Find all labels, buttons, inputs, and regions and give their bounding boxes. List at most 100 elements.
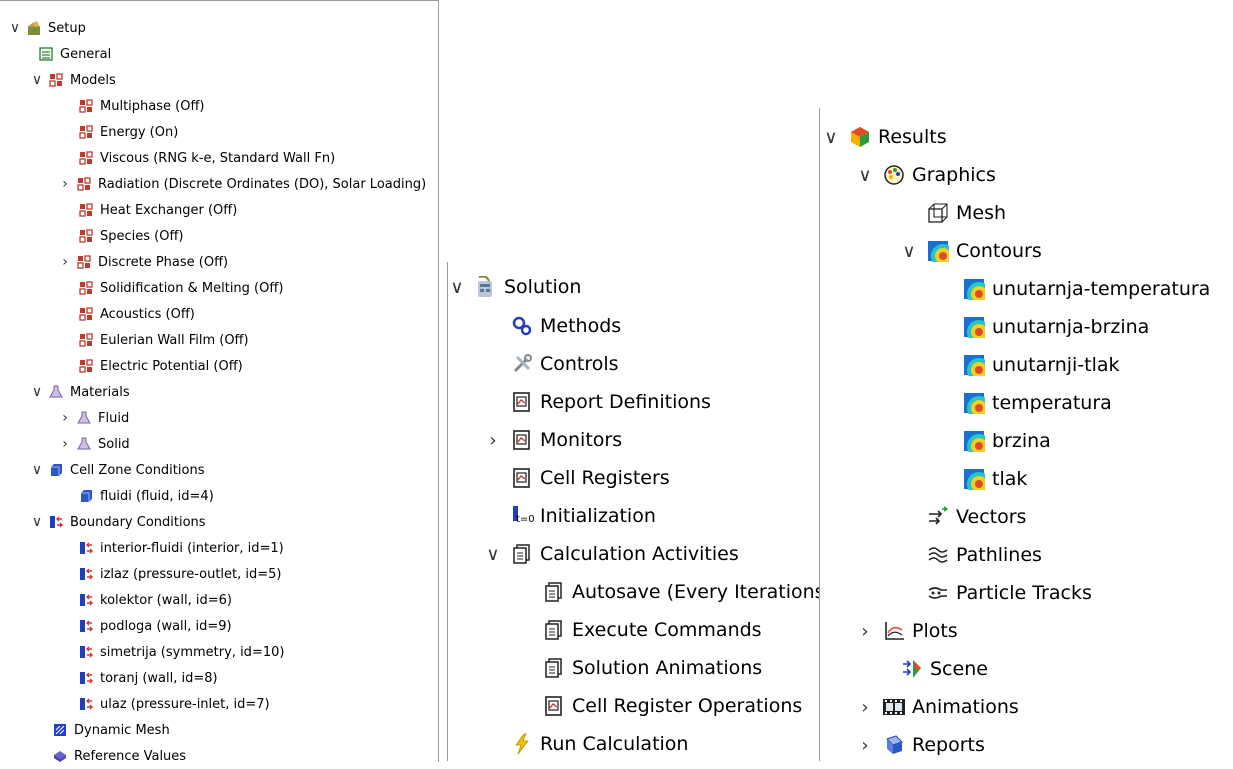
model-item-eulerian-wall-film[interactable]: Eulerian Wall Film (Off) <box>78 327 249 353</box>
tree-node-cell-registers[interactable]: Cell Registers <box>510 459 670 497</box>
chevron-right-icon[interactable]: › <box>58 410 72 426</box>
tree-node-solution[interactable]: ∨ Solution <box>448 268 581 306</box>
tree-label-monitors: Monitors <box>540 429 623 451</box>
tree-node-animations[interactable]: › Animations <box>856 688 1018 726</box>
tree-node-models[interactable]: ∨ Models <box>30 67 116 93</box>
chevron-right-icon[interactable]: › <box>58 176 72 192</box>
chevron-down-icon[interactable]: ∨ <box>484 544 502 565</box>
model-item-electric-potential[interactable]: Electric Potential (Off) <box>78 353 243 379</box>
tree-node-plots[interactable]: › Plots <box>856 612 958 650</box>
boundary-item-simetrija[interactable]: simetrija (symmetry, id=10) <box>78 639 284 665</box>
chevron-down-icon[interactable]: ∨ <box>822 127 840 148</box>
contour-item-tlak[interactable]: tlak <box>962 460 1027 498</box>
calc-item-cell-register-operations[interactable]: Cell Register Operations <box>542 687 802 725</box>
chevron-down-icon[interactable]: ∨ <box>856 165 874 186</box>
model-item-multiphase[interactable]: Multiphase (Off) <box>78 93 204 119</box>
chevron-right-icon[interactable]: › <box>856 735 874 756</box>
tree-node-materials[interactable]: ∨ Materials <box>30 379 130 405</box>
setup-icon <box>26 20 42 36</box>
chevron-right-icon[interactable]: › <box>58 436 72 452</box>
cell-zone-item-fluidi[interactable]: fluidi (fluid, id=4) <box>78 483 214 509</box>
report-icon <box>542 694 566 718</box>
model-item-radiation[interactable]: › Radiation (Discrete Ordinates (DO), So… <box>58 171 426 197</box>
calc-item-execute-commands[interactable]: Execute Commands <box>542 611 762 649</box>
tree-node-calculation-activities[interactable]: ∨ Calculation Activities <box>484 535 739 573</box>
chevron-right-icon[interactable]: › <box>58 254 72 270</box>
tree-label-initialization: Initialization <box>540 505 656 527</box>
tree-node-methods[interactable]: Methods <box>510 307 621 345</box>
material-item-fluid[interactable]: › Fluid <box>58 405 129 431</box>
tree-node-mesh[interactable]: Mesh <box>926 194 1006 232</box>
contour-item-unutarnji-tlak[interactable]: unutarnji-tlak <box>962 346 1120 384</box>
tree-label-plots: Plots <box>912 620 958 642</box>
tree-label-calculation-activities: Calculation Activities <box>540 543 739 565</box>
tree-node-cell-zone-conditions[interactable]: ∨ Cell Zone Conditions <box>30 457 205 483</box>
tree-node-graphics[interactable]: ∨ Graphics <box>856 156 996 194</box>
tree-node-reports[interactable]: › Reports <box>856 726 985 764</box>
contour-item-unutarnja-brzina[interactable]: unutarnja-brzina <box>962 308 1149 346</box>
boundary-icon <box>78 540 94 556</box>
cell-zone-item-label: fluidi (fluid, id=4) <box>100 488 214 504</box>
reference-values-icon <box>52 748 68 764</box>
tree-label-materials: Materials <box>70 384 130 400</box>
contour-icon <box>962 315 986 339</box>
tree-node-setup[interactable]: ∨ Setup <box>8 15 86 41</box>
boundary-item-podloga[interactable]: podloga (wall, id=9) <box>78 613 232 639</box>
calc-item-autosave[interactable]: Autosave (Every Iterations) <box>542 573 832 611</box>
contour-item-temperatura[interactable]: temperatura <box>962 384 1112 422</box>
material-item-solid[interactable]: › Solid <box>58 431 130 457</box>
model-item-discrete-phase[interactable]: › Discrete Phase (Off) <box>58 249 228 275</box>
boundary-item-label: interior-fluidi (interior, id=1) <box>100 540 284 556</box>
chevron-right-icon[interactable]: › <box>484 430 502 451</box>
boundary-item-interior-fluidi[interactable]: interior-fluidi (interior, id=1) <box>78 535 284 561</box>
contour-item-unutarnja-temperatura[interactable]: unutarnja-temperatura <box>962 270 1210 308</box>
contour-item-label: temperatura <box>992 392 1112 414</box>
tree-node-vectors[interactable]: Vectors <box>926 498 1026 536</box>
models-icon <box>78 202 94 218</box>
contour-item-label: unutarnja-temperatura <box>992 278 1211 300</box>
chevron-down-icon[interactable]: ∨ <box>900 241 918 262</box>
model-item-energy[interactable]: Energy (On) <box>78 119 178 145</box>
boundary-item-kolektor[interactable]: kolektor (wall, id=6) <box>78 587 232 613</box>
chevron-down-icon[interactable]: ∨ <box>30 462 44 478</box>
tree-node-particle-tracks[interactable]: Particle Tracks <box>926 574 1092 612</box>
tree-node-run-calculation[interactable]: Run Calculation <box>510 725 688 763</box>
tree-label-scene: Scene <box>930 658 988 680</box>
model-item-acoustics[interactable]: Acoustics (Off) <box>78 301 195 327</box>
cell-zone-icon <box>78 488 94 504</box>
model-item-species[interactable]: Species (Off) <box>78 223 184 249</box>
tree-label-boundary: Boundary Conditions <box>70 514 206 530</box>
tree-node-general[interactable]: General <box>38 41 111 67</box>
chevron-down-icon[interactable]: ∨ <box>30 514 44 530</box>
chevron-down-icon[interactable]: ∨ <box>30 72 44 88</box>
tree-node-boundary-conditions[interactable]: ∨ Boundary Conditions <box>30 509 206 535</box>
chevron-down-icon[interactable]: ∨ <box>448 277 466 298</box>
chevron-down-icon[interactable]: ∨ <box>30 384 44 400</box>
tree-label-controls: Controls <box>540 353 619 375</box>
model-item-label: Eulerian Wall Film (Off) <box>100 332 249 348</box>
tree-node-contours[interactable]: ∨ Contours <box>900 232 1042 270</box>
tree-node-dynamic-mesh[interactable]: Dynamic Mesh <box>52 717 170 743</box>
chevron-right-icon[interactable]: › <box>856 697 874 718</box>
tree-node-results[interactable]: ∨ Results <box>822 118 946 156</box>
calc-item-solution-animations[interactable]: Solution Animations <box>542 649 762 687</box>
boundary-item-ulaz[interactable]: ulaz (pressure-inlet, id=7) <box>78 691 270 717</box>
boundary-item-izlaz[interactable]: izlaz (pressure-outlet, id=5) <box>78 561 282 587</box>
tree-node-controls[interactable]: Controls <box>510 345 619 383</box>
model-item-solidification[interactable]: Solidification & Melting (Off) <box>78 275 283 301</box>
chevron-down-icon[interactable]: ∨ <box>8 20 22 36</box>
tree-node-pathlines[interactable]: Pathlines <box>926 536 1042 574</box>
boundary-item-toranj[interactable]: toranj (wall, id=8) <box>78 665 218 691</box>
boundary-item-label: izlaz (pressure-outlet, id=5) <box>100 566 282 582</box>
chevron-right-icon[interactable]: › <box>856 621 874 642</box>
tree-node-scene[interactable]: Scene <box>900 650 988 688</box>
tree-node-reference-values[interactable]: Reference Values <box>52 743 186 769</box>
boundary-icon <box>78 644 94 660</box>
tree-node-initialization[interactable]: t=0 Initialization <box>510 497 656 535</box>
contour-item-brzina[interactable]: brzina <box>962 422 1051 460</box>
tree-node-report-definitions[interactable]: Report Definitions <box>510 383 711 421</box>
model-item-viscous[interactable]: Viscous (RNG k-e, Standard Wall Fn) <box>78 145 335 171</box>
model-item-heat-exchanger[interactable]: Heat Exchanger (Off) <box>78 197 237 223</box>
reports-icon <box>882 733 906 757</box>
tree-node-monitors[interactable]: › Monitors <box>484 421 622 459</box>
